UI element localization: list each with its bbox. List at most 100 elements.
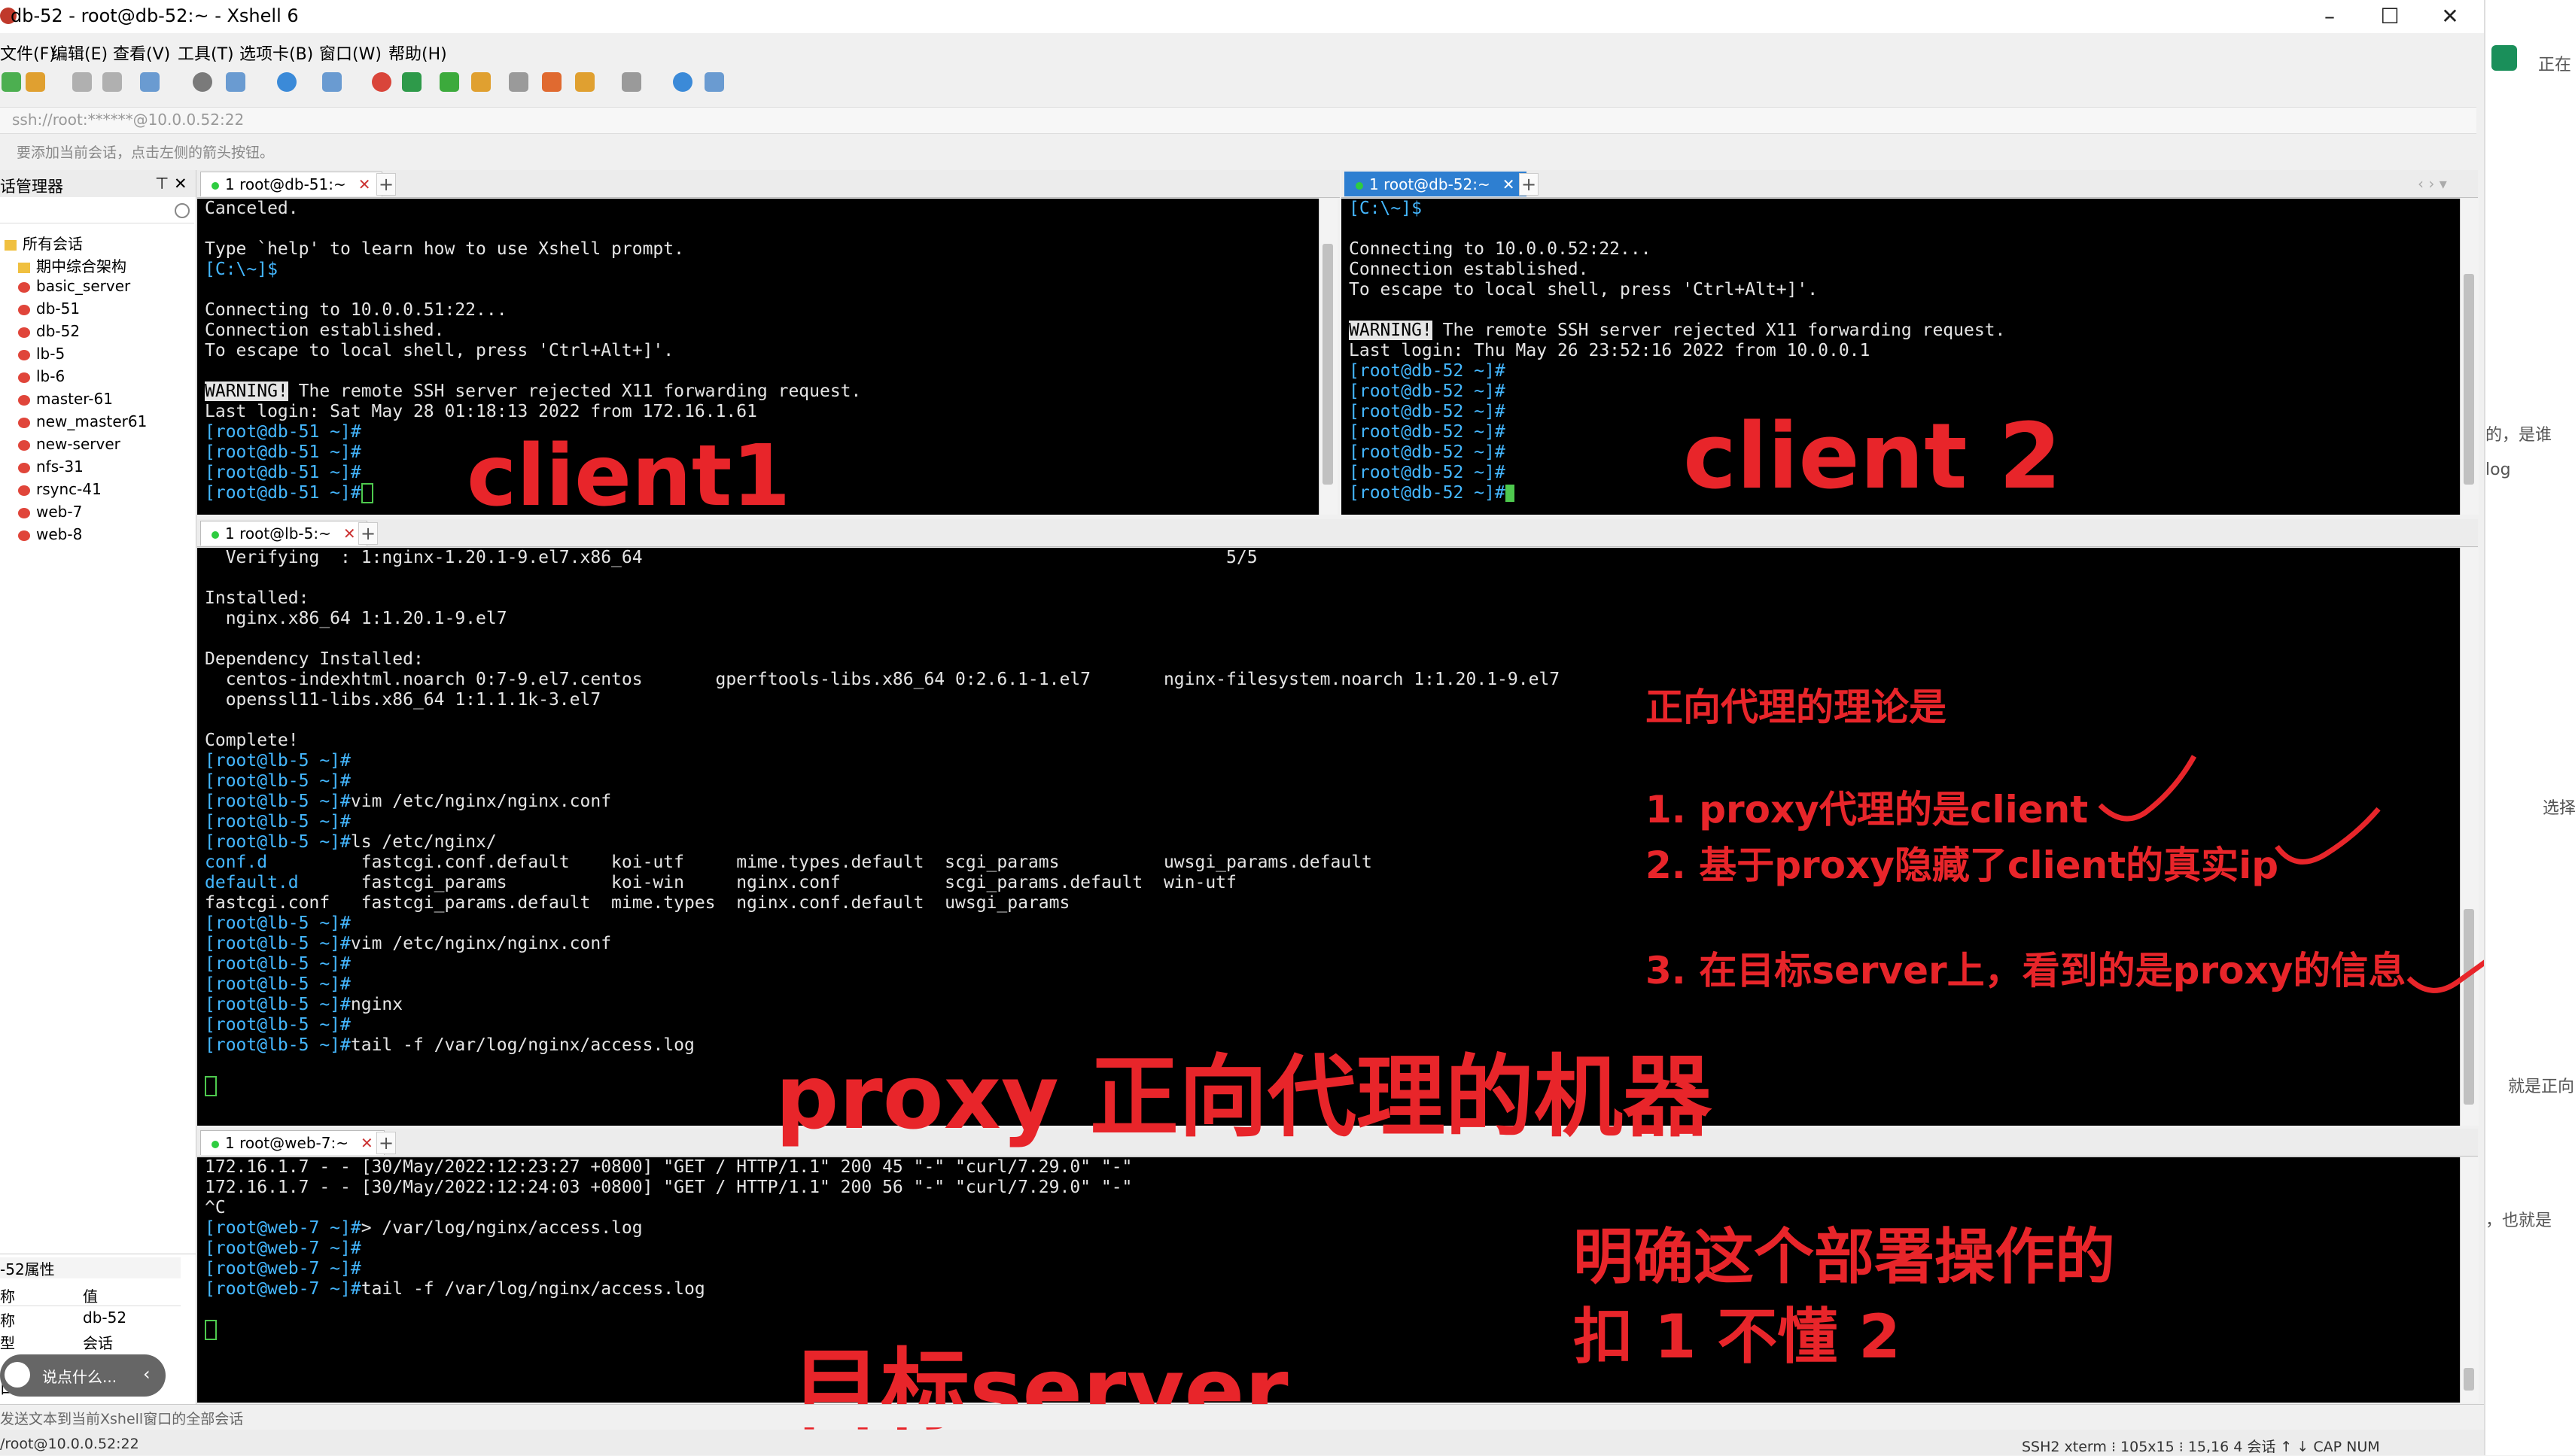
terminal-line: WARNING! The remote SSH server rejected … [1349, 321, 2006, 340]
menu-file[interactable]: 文件(F) [0, 41, 56, 65]
new-tab-button[interactable]: + [376, 173, 396, 196]
terminal-cursor [205, 1320, 217, 1340]
terminal-line: WARNING! The remote SSH server rejected … [205, 381, 862, 401]
terminal-line: 172.16.1.7 - - [30/May/2022:12:24:03 +08… [205, 1178, 1133, 1197]
scrollbar-db-51[interactable] [1319, 199, 1338, 515]
terminal-line: nginx.x86_64 1:1.20.1-9.el7 [205, 609, 507, 628]
menu-tools[interactable]: 工具(T) [178, 41, 234, 65]
properties-title: -52属性 [0, 1257, 181, 1278]
script-icon[interactable] [542, 72, 562, 92]
tab-db-51[interactable]: 1 root@db-51:~ ✕ [200, 172, 382, 196]
session-icon [18, 530, 30, 541]
annotation-client2: client 2 [1683, 405, 2062, 509]
close-button[interactable]: ✕ [2424, 2, 2476, 32]
terminal-line: [root@lb-5 ~]#vim /etc/nginx/nginx.conf [205, 792, 612, 811]
session-manager-title: 话管理器 [0, 178, 63, 196]
note-3: 3. 在目标server上，看到的是proxy的信息 [1645, 949, 2406, 992]
close-tab-icon[interactable]: ✕ [343, 524, 356, 543]
session-item-lb-6[interactable]: lb-6 [18, 367, 65, 385]
search-icon[interactable] [193, 72, 212, 92]
terminal-line: Installed: [205, 588, 309, 608]
note-1: 1. proxy代理的是client [1645, 788, 2089, 831]
tab-lb-5[interactable]: 1 root@lb-5:~ ✕ [200, 521, 367, 546]
session-search-input[interactable] [0, 200, 194, 223]
new-tab-button[interactable]: + [358, 522, 378, 545]
terminal-line: [root@web-7 ~]#> /var/log/nginx/access.l… [205, 1218, 643, 1238]
open-folder-icon[interactable] [26, 72, 45, 92]
terminal-line: Verifying : 1:nginx-1.20.1-9.el7.x86_64 … [205, 548, 1258, 567]
close-tab-icon[interactable]: ✕ [361, 1134, 373, 1152]
session-item-nfs-31[interactable]: nfs-31 [18, 457, 84, 476]
address-bar[interactable]: ssh://root:******@10.0.0.52:22 [0, 107, 2476, 134]
menu-help[interactable]: 帮助(H) [388, 41, 447, 65]
terminal-line: openssl11-libs.x86_64 1:1.1.1k-3.el7 [205, 690, 601, 710]
globe-icon[interactable] [277, 72, 297, 92]
new-tab-button[interactable]: + [1519, 173, 1539, 196]
close-tab-icon[interactable]: ✕ [358, 175, 371, 193]
chevron-left-icon: ‹ [143, 1363, 151, 1385]
terminal-line: [root@lb-5 ~]# [205, 913, 351, 933]
window-layout-icon[interactable] [622, 72, 641, 92]
right-edge-panel: 正在 的，是谁 log 选择 就是正向 ，也就是 [2484, 0, 2575, 1455]
fullscreen-icon[interactable] [440, 72, 459, 92]
new-session-icon[interactable] [2, 72, 21, 92]
status-info: SSH2 xterm ⁝ 105x15 ⁝ 15,16 4 会话 ↑ ↓ CAP… [2022, 1439, 2380, 1455]
mic-icon[interactable] [2491, 45, 2517, 71]
maximize-button[interactable]: ☐ [2363, 2, 2416, 32]
session-item-master-61[interactable]: master-61 [18, 390, 113, 408]
menu-window[interactable]: 窗口(W) [319, 41, 382, 65]
font-icon[interactable] [322, 72, 342, 92]
keyboard-icon[interactable] [509, 72, 528, 92]
disconnect-icon[interactable] [102, 72, 122, 92]
search-icon [175, 203, 190, 218]
session-item-web-7[interactable]: web-7 [18, 503, 82, 521]
menu-edit[interactable]: 编辑(E) [51, 41, 108, 65]
xftp-icon[interactable] [372, 72, 391, 92]
terminal-line: [root@lb-5 ~]# [205, 771, 351, 791]
connect-icon[interactable] [72, 72, 92, 92]
session-item-new_master61[interactable]: new_master61 [18, 412, 147, 430]
chat-icon[interactable] [705, 72, 724, 92]
properties-icon[interactable] [140, 72, 160, 92]
close-tab-icon[interactable]: ✕ [1502, 175, 1515, 193]
session-item-db-51[interactable]: db-51 [18, 299, 80, 318]
session-item-db-52[interactable]: db-52 [18, 322, 80, 340]
hint-text: 要添加当前会话，点击左侧的箭头按钮。 [17, 144, 275, 161]
pin-close-icons[interactable]: ⊤ ✕ [155, 175, 187, 193]
layout-icon[interactable] [226, 72, 245, 92]
tunnel-icon[interactable] [575, 72, 595, 92]
tab-scroll-arrows[interactable]: ‹ › ▾ [2418, 175, 2447, 193]
terminal-line: fastcgi.conf fastcgi_params.default mime… [205, 893, 1070, 913]
chat-bubble[interactable]: 说点什么... ‹ [0, 1354, 166, 1397]
session-icon [18, 417, 30, 428]
terminal-line: Dependency Installed: [205, 649, 424, 669]
scrollbar-web-7[interactable] [2460, 1157, 2479, 1403]
status-connection: /root@10.0.0.52:22 [0, 1436, 139, 1452]
session-item-basic_server[interactable]: basic_server [18, 277, 130, 295]
minimize-button[interactable]: – [2303, 2, 2356, 32]
session-item-所有会话[interactable]: 所有会话 [5, 232, 83, 254]
send-text-bar[interactable]: 发送文本到当前Xshell窗口的全部会话 [0, 1404, 2484, 1427]
session-icon [18, 349, 30, 360]
session-item-期中综合架构[interactable]: 期中综合架构 [18, 254, 126, 276]
session-item-web-8[interactable]: web-8 [18, 525, 82, 543]
help-icon[interactable] [673, 72, 692, 92]
new-tab-button[interactable]: + [376, 1132, 396, 1154]
menu-view[interactable]: 查看(V) [113, 41, 170, 65]
tab-db-52[interactable]: 1 root@db-52:~ ✕ [1344, 172, 1526, 196]
tab-web-7[interactable]: 1 root@web-7:~ ✕ [200, 1130, 385, 1155]
scrollbar-db-52[interactable] [2460, 199, 2479, 515]
menu-tabs[interactable]: 选项卡(B) [239, 41, 313, 65]
terminal-web-7[interactable]: 172.16.1.7 - - [30/May/2022:12:23:27 +08… [197, 1157, 2460, 1403]
session-manager: 话管理器 ⊤ ✕ 所有会话 期中综合架构 basic_server db-51 db-5… [0, 170, 196, 1404]
session-item-rsync-41[interactable]: rsync-41 [18, 480, 102, 498]
scrollbar-lb-5[interactable] [2460, 548, 2479, 1126]
session-item-lb-5[interactable]: lb-5 [18, 345, 65, 363]
folder-icon [18, 262, 30, 273]
lock-icon[interactable] [471, 72, 491, 92]
session-item-new-server[interactable]: new-server [18, 435, 120, 453]
record-icon[interactable] [402, 72, 422, 92]
